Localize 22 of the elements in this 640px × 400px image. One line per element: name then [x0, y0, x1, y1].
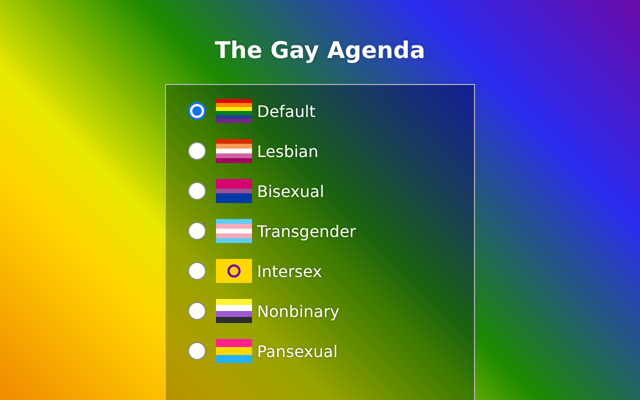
- radio-button[interactable]: [188, 142, 206, 160]
- option-label[interactable]: Bisexual: [257, 182, 324, 200]
- option-label[interactable]: Nonbinary: [257, 302, 340, 320]
- radio-button[interactable]: [188, 342, 206, 360]
- radio-button[interactable]: [188, 102, 206, 120]
- radio-button[interactable]: [188, 222, 206, 240]
- option-label[interactable]: Default: [257, 102, 316, 120]
- option-label[interactable]: Pansexual: [257, 342, 338, 360]
- flag-icon: [216, 299, 252, 323]
- radio-button[interactable]: [188, 262, 206, 280]
- radio-button[interactable]: [188, 302, 206, 320]
- option-label[interactable]: Transgender: [257, 222, 356, 240]
- option-label[interactable]: Lesbian: [257, 142, 318, 160]
- flag-icon: [216, 179, 252, 203]
- flag-icon: [216, 219, 252, 243]
- flag-icon: [216, 339, 252, 363]
- option-label[interactable]: Intersex: [257, 262, 322, 280]
- flag-icon: [216, 139, 252, 163]
- radio-button[interactable]: [188, 182, 206, 200]
- flag-icon: [216, 99, 252, 123]
- flag-icon: [216, 259, 252, 283]
- app-title: The Gay Agenda: [214, 38, 426, 64]
